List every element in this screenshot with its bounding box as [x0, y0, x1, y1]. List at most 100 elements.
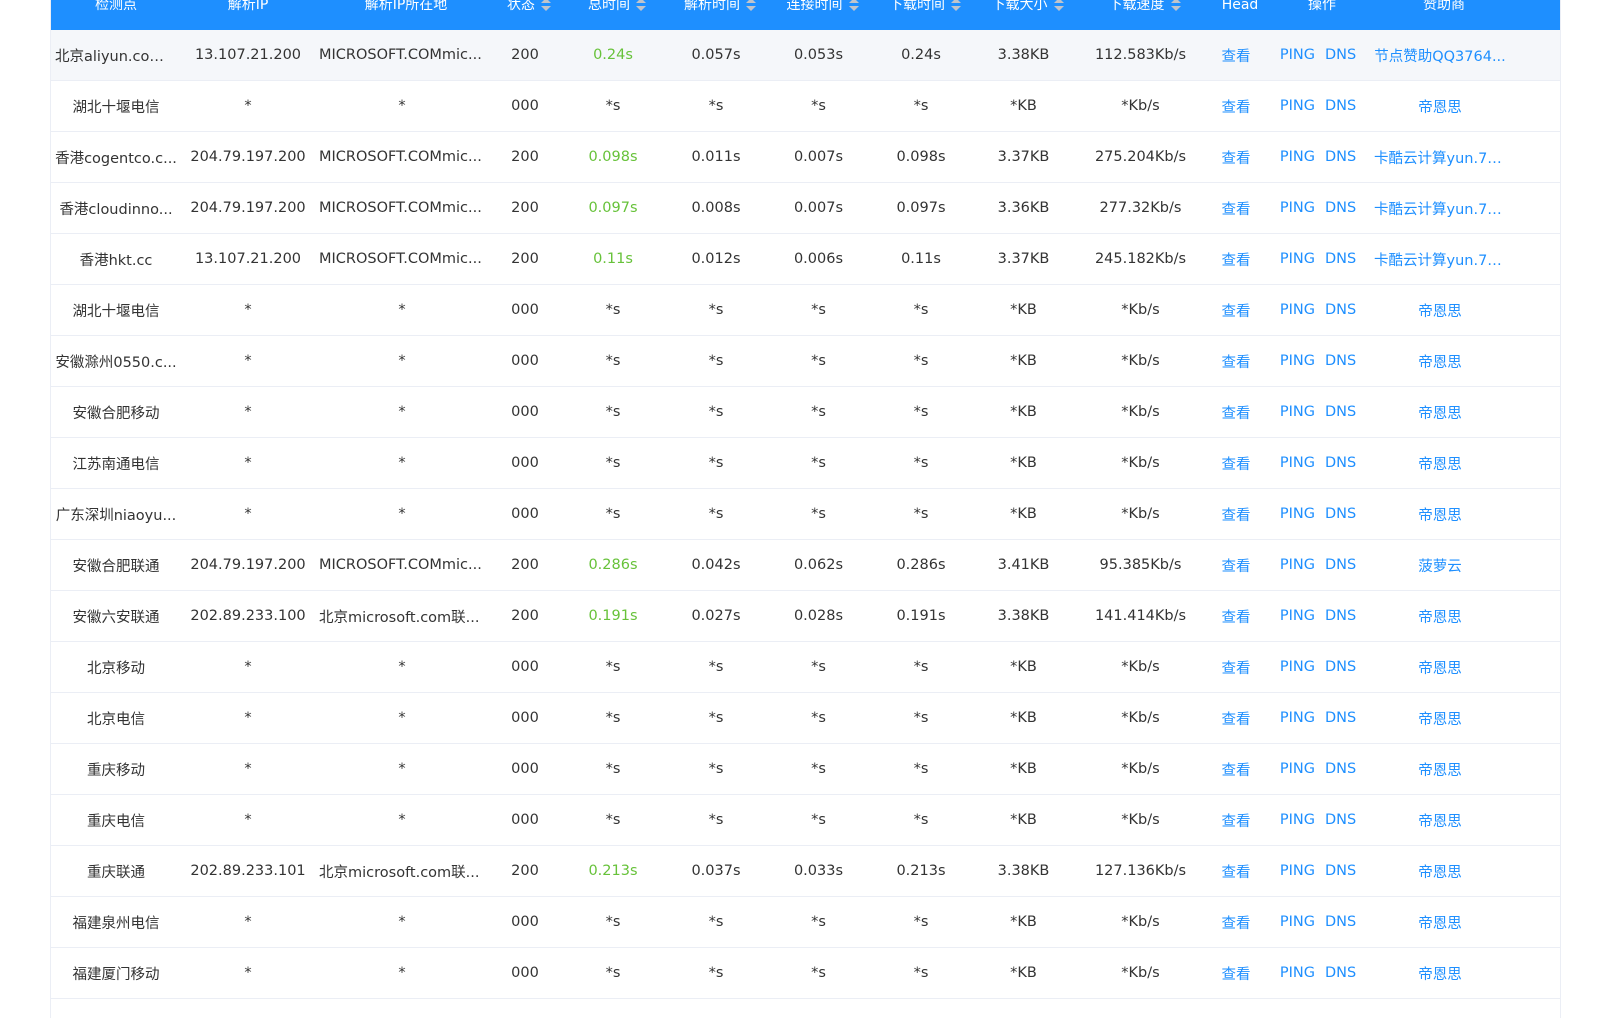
- dns-link[interactable]: DNS: [1325, 98, 1356, 114]
- header-download-time[interactable]: 下载时间: [874, 0, 976, 30]
- dns-link[interactable]: DNS: [1325, 710, 1356, 726]
- ping-link[interactable]: PING: [1280, 608, 1315, 624]
- dns-link[interactable]: DNS: [1325, 863, 1356, 879]
- sort-ascending-icon[interactable]: [746, 0, 756, 3]
- sponsor-link[interactable]: 帝恩思: [1370, 453, 1510, 474]
- sponsor-link[interactable]: 节点赞助QQ3764...: [1370, 45, 1510, 66]
- view-head-link[interactable]: 查看: [1222, 508, 1251, 524]
- view-head-link[interactable]: 查看: [1222, 916, 1251, 932]
- dns-link[interactable]: DNS: [1325, 659, 1356, 675]
- sort-descending-icon[interactable]: [1053, 6, 1064, 11]
- sponsor-link[interactable]: 卡酷云计算yun.7k...: [1370, 147, 1510, 168]
- header-resolve-time[interactable]: 解析时间: [669, 0, 771, 30]
- view-head-link[interactable]: 查看: [1222, 610, 1251, 626]
- view-head-link[interactable]: 查看: [1222, 253, 1251, 269]
- ping-link[interactable]: PING: [1280, 506, 1315, 522]
- dns-link[interactable]: DNS: [1325, 302, 1356, 318]
- sponsor-link[interactable]: 帝恩思: [1370, 504, 1510, 525]
- header-download-speed[interactable]: 下载速度: [1079, 0, 1210, 30]
- sponsor-link[interactable]: 帝恩思: [1370, 708, 1510, 729]
- view-head-link[interactable]: 查看: [1222, 712, 1251, 728]
- sort-ascending-icon[interactable]: [541, 0, 551, 3]
- sponsor-link[interactable]: 帝恩思: [1370, 810, 1510, 831]
- header-total-time[interactable]: 总时间: [565, 0, 669, 30]
- sort-descending-icon[interactable]: [541, 6, 551, 11]
- ping-link[interactable]: PING: [1280, 98, 1315, 114]
- sort-descending-icon[interactable]: [636, 6, 646, 11]
- dns-link[interactable]: DNS: [1325, 200, 1356, 216]
- dns-link[interactable]: DNS: [1325, 251, 1356, 267]
- dns-link[interactable]: DNS: [1325, 761, 1356, 777]
- view-head-link[interactable]: 查看: [1222, 763, 1251, 779]
- ping-link[interactable]: PING: [1280, 404, 1315, 420]
- dns-link[interactable]: DNS: [1325, 914, 1356, 930]
- sort-caret-icon[interactable]: [1170, 0, 1181, 13]
- sort-caret-icon[interactable]: [848, 0, 859, 13]
- view-head-link[interactable]: 查看: [1222, 661, 1251, 677]
- view-head-link[interactable]: 查看: [1222, 814, 1251, 830]
- ping-link[interactable]: PING: [1280, 200, 1315, 216]
- sort-descending-icon[interactable]: [848, 6, 859, 11]
- dns-link[interactable]: DNS: [1325, 149, 1356, 165]
- ping-link[interactable]: PING: [1280, 812, 1315, 828]
- view-head-link[interactable]: 查看: [1222, 355, 1251, 371]
- dns-link[interactable]: DNS: [1325, 557, 1356, 573]
- ping-link[interactable]: PING: [1280, 761, 1315, 777]
- sponsor-link[interactable]: 帝恩思: [1370, 351, 1510, 372]
- ping-link[interactable]: PING: [1280, 659, 1315, 675]
- ping-link[interactable]: PING: [1280, 965, 1315, 981]
- view-head-link[interactable]: 查看: [1222, 406, 1251, 422]
- sponsor-link[interactable]: 帝恩思: [1370, 657, 1510, 678]
- sort-descending-icon[interactable]: [746, 6, 756, 11]
- sponsor-link[interactable]: 帝恩思: [1370, 861, 1510, 882]
- sponsor-link[interactable]: 帝恩思: [1370, 912, 1510, 933]
- ping-link[interactable]: PING: [1280, 710, 1315, 726]
- sort-caret-icon[interactable]: [951, 0, 961, 13]
- sort-caret-icon[interactable]: [636, 0, 646, 13]
- ping-link[interactable]: PING: [1280, 353, 1315, 369]
- sponsor-link[interactable]: 帝恩思: [1370, 759, 1510, 780]
- sponsor-link[interactable]: 菠萝云: [1370, 555, 1510, 576]
- sponsor-link[interactable]: 帝恩思: [1370, 402, 1510, 423]
- dns-link[interactable]: DNS: [1325, 506, 1356, 522]
- view-head-link[interactable]: 查看: [1222, 865, 1251, 881]
- sort-ascending-icon[interactable]: [1053, 0, 1064, 3]
- ping-link[interactable]: PING: [1280, 455, 1315, 471]
- sort-caret-icon[interactable]: [1053, 0, 1064, 13]
- sponsor-link[interactable]: 帝恩思: [1370, 300, 1510, 321]
- sponsor-link[interactable]: 帝恩思: [1370, 963, 1510, 984]
- dns-link[interactable]: DNS: [1325, 965, 1356, 981]
- ping-link[interactable]: PING: [1280, 863, 1315, 879]
- sort-ascending-icon[interactable]: [848, 0, 859, 3]
- sort-ascending-icon[interactable]: [951, 0, 961, 3]
- view-head-link[interactable]: 查看: [1222, 100, 1251, 116]
- sponsor-link[interactable]: 帝恩思: [1370, 96, 1510, 117]
- view-head-link[interactable]: 查看: [1222, 151, 1251, 167]
- sponsor-link[interactable]: 卡酷云计算yun.7k...: [1370, 198, 1510, 219]
- sort-caret-icon[interactable]: [746, 0, 756, 13]
- sponsor-link[interactable]: 卡酷云计算yun.7k...: [1370, 249, 1510, 270]
- dns-link[interactable]: DNS: [1325, 812, 1356, 828]
- ping-link[interactable]: PING: [1280, 251, 1315, 267]
- ping-link[interactable]: PING: [1280, 149, 1315, 165]
- view-head-link[interactable]: 查看: [1222, 967, 1251, 983]
- dns-link[interactable]: DNS: [1325, 353, 1356, 369]
- ping-link[interactable]: PING: [1280, 557, 1315, 573]
- sort-descending-icon[interactable]: [1170, 6, 1181, 11]
- header-download-size[interactable]: 下载大小: [976, 0, 1079, 30]
- dns-link[interactable]: DNS: [1325, 455, 1356, 471]
- dns-link[interactable]: DNS: [1325, 608, 1356, 624]
- sponsor-link[interactable]: 帝恩思: [1370, 606, 1510, 627]
- view-head-link[interactable]: 查看: [1222, 202, 1251, 218]
- view-head-link[interactable]: 查看: [1222, 49, 1251, 65]
- ping-link[interactable]: PING: [1280, 47, 1315, 63]
- ping-link[interactable]: PING: [1280, 302, 1315, 318]
- sort-ascending-icon[interactable]: [1170, 0, 1181, 3]
- view-head-link[interactable]: 查看: [1222, 457, 1251, 473]
- dns-link[interactable]: DNS: [1325, 404, 1356, 420]
- sort-descending-icon[interactable]: [951, 6, 961, 11]
- dns-link[interactable]: DNS: [1325, 47, 1356, 63]
- ping-link[interactable]: PING: [1280, 914, 1315, 930]
- sort-caret-icon[interactable]: [541, 0, 551, 13]
- sort-ascending-icon[interactable]: [636, 0, 646, 3]
